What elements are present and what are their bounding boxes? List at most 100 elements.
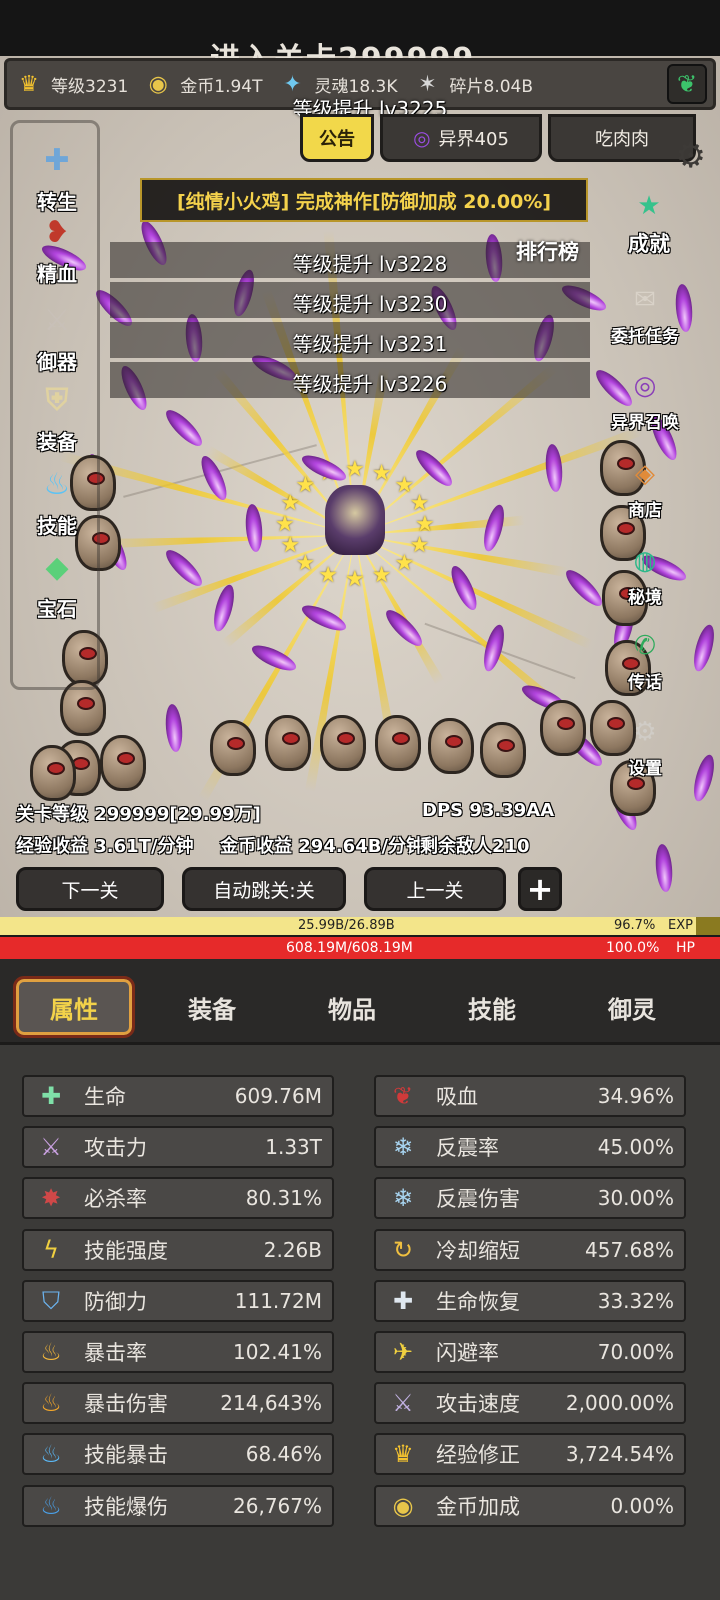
auto-skip-toggle[interactable]: 自动跳关:关 <box>182 867 346 911</box>
tab-otherworld[interactable]: ◎ 异界405 <box>380 114 542 162</box>
portal-icon: ◎ <box>633 371 657 401</box>
exp-crown-icon: ♛ <box>392 1440 414 1469</box>
menu-equipment[interactable]: ⛨ 装备 <box>12 378 102 455</box>
rock-golem-enemy <box>265 715 311 771</box>
shield-icon: ⛉ <box>42 1286 60 1315</box>
stat-row: ⚔ 攻击速度 2,000.00% <box>374 1382 686 1425</box>
player-name: 吃肉肉 <box>595 129 649 150</box>
stat-value: 30.00% <box>597 1186 674 1211</box>
star-icon: ★ <box>345 567 365 592</box>
star-icon: ★ <box>409 490 430 516</box>
menu-rebirth[interactable]: ✚ 转生 <box>12 138 102 215</box>
hp-bar-percent: 100.0% <box>606 940 660 956</box>
stat-label: 吸血 <box>436 1085 478 1109</box>
stat-label: 攻击速度 <box>436 1392 520 1417</box>
player-name-tab[interactable]: 吃肉肉 <box>548 114 696 162</box>
menu-otherworld-summon-label: 异界召唤 <box>611 413 679 433</box>
crit-flame-icon: ♨ <box>40 1338 62 1366</box>
stat-row: ❄ 反震率 45.00% <box>374 1126 686 1169</box>
star-icon: ★ <box>371 461 392 487</box>
exp-gain: 经验收益 3.61T/分钟 <box>16 836 194 857</box>
level-value: 等级3231 <box>51 76 129 97</box>
menu-secret-realm[interactable]: ◍ 秘境 <box>600 541 690 608</box>
stat-value: 68.46% <box>245 1442 322 1467</box>
tab-notice[interactable]: 公告 <box>300 114 374 162</box>
stat-label: 冷却缩短 <box>436 1238 520 1263</box>
blue-flame-icon: ♨ <box>43 467 71 502</box>
stat-value: 457.68% <box>585 1237 674 1262</box>
stat-row: ❄ 反震伤害 30.00% <box>374 1177 686 1220</box>
menu-weapon-control[interactable]: ⚔ 御器 <box>12 298 102 375</box>
crown-icon: ♛ <box>19 71 39 97</box>
stat-row: ❦ 吸血 34.96% <box>374 1075 686 1117</box>
kill-splash-icon: ✸ <box>40 1184 62 1213</box>
tab-equipment[interactable]: 装备 <box>154 979 270 1035</box>
gem-bag-icon: ◆ <box>45 550 69 585</box>
stat-value: 2.26B <box>263 1237 322 1262</box>
gold-gain: 金币收益 294.64B/分钟 <box>220 836 425 857</box>
stat-value: 80.31% <box>245 1186 322 1211</box>
tab-spirits[interactable]: 御灵 <box>574 979 690 1035</box>
leaf-menu-button[interactable]: ❦ <box>667 64 707 104</box>
title-strip: 进入关卡299999 <box>0 0 720 77</box>
skill-burst-flame-icon: ♨ <box>40 1491 62 1520</box>
stat-label: 暴击伤害 <box>84 1392 168 1417</box>
menu-message[interactable]: ✆ 传话 <box>600 626 690 693</box>
menu-achievements[interactable]: ★ 成就 <box>604 186 694 258</box>
attributes-panel: 属性 装备 物品 技能 御灵 ✚ 生命 609.76M ⚔ 攻击力 1.33T ✸ 必杀率 80… <box>0 959 720 1600</box>
stat-label: 金币加成 <box>436 1494 520 1519</box>
hero-character <box>325 485 385 555</box>
leaderboard-button[interactable]: 排行榜 <box>516 236 579 266</box>
stat-label: 必杀率 <box>84 1187 147 1212</box>
plus-button[interactable]: + <box>518 867 562 911</box>
menu-skills[interactable]: ♨ 技能 <box>12 462 102 539</box>
stat-row: ✈ 闪避率 70.00% <box>374 1331 686 1373</box>
purple-portal-icon: ◎ <box>413 126 431 150</box>
blood-meat-icon: ❥ <box>44 215 70 250</box>
panel-tab-bar: 属性 装备 物品 技能 御灵 <box>0 959 720 1045</box>
settings-gear-icon: ⚙ <box>633 717 657 747</box>
speed-sword-icon: ⚔ <box>392 1389 414 1418</box>
menu-settings-label: 设置 <box>628 759 662 779</box>
stat-value: 0.00% <box>610 1493 674 1518</box>
megaphone-icon: ✆ <box>634 631 656 661</box>
tab-otherworld-label: 异界405 <box>438 129 509 150</box>
tab-skills[interactable]: 技能 <box>434 979 550 1035</box>
tab-attributes[interactable]: 属性 <box>13 976 135 1038</box>
sword-icon: ⚔ <box>43 303 71 338</box>
announcement-banner: [纯情小火鸡] 完成神作[防御加成 20.00%] <box>140 178 588 222</box>
exp-bar-text: 25.99B/26.89B <box>298 918 395 933</box>
menu-gems[interactable]: ◆ 宝石 <box>12 545 102 622</box>
attack-sword-icon: ⚔ <box>40 1133 62 1162</box>
menu-otherworld-summon[interactable]: ◎ 异界召唤 <box>600 366 690 433</box>
rock-golem-enemy <box>480 722 526 778</box>
bat-icon: ❦ <box>392 1082 414 1110</box>
hp-bar-text: 608.19M/608.19M <box>286 940 413 956</box>
menu-weapon-control-label: 御器 <box>37 350 77 374</box>
menu-skills-label: 技能 <box>37 514 77 538</box>
prev-stage-button[interactable]: 上一关 <box>364 867 506 911</box>
log-line: 等级提升 lv3228 <box>292 252 448 276</box>
cooldown-swirl-icon: ↻ <box>392 1235 414 1264</box>
menu-settings[interactable]: ⚙ 设置 <box>600 712 690 779</box>
stat-value: 33.32% <box>597 1288 674 1313</box>
rock-golem-enemy <box>375 715 421 771</box>
tab-items[interactable]: 物品 <box>294 979 410 1035</box>
stat-row: ✸ 必杀率 80.31% <box>22 1177 334 1220</box>
menu-essence-blood[interactable]: ❥ 精血 <box>12 210 102 287</box>
enemies-left: 剩余敌人210 <box>420 836 530 857</box>
frost-shatter-icon: ❄ <box>392 1133 414 1162</box>
stat-label: 攻击力 <box>84 1136 147 1161</box>
stat-label: 生命 <box>84 1085 126 1109</box>
hp-bar: 608.19M/608.19M 100.0% HP <box>0 937 720 959</box>
stat-value: 26,767% <box>233 1493 322 1518</box>
star-badge-icon: ★ <box>637 191 661 221</box>
gear-icon[interactable]: ⚙ <box>676 136 706 176</box>
stat-value: 70.00% <box>597 1340 674 1364</box>
stat-value: 34.96% <box>597 1084 674 1108</box>
menu-shop[interactable]: ◈ 商店 <box>600 454 690 521</box>
resource-level: ♛ 等级3231 <box>13 64 128 104</box>
next-stage-button[interactable]: 下一关 <box>16 867 164 911</box>
star-icon: ★ <box>345 457 365 482</box>
menu-commissions[interactable]: ✉ 委托任务 <box>600 280 690 347</box>
